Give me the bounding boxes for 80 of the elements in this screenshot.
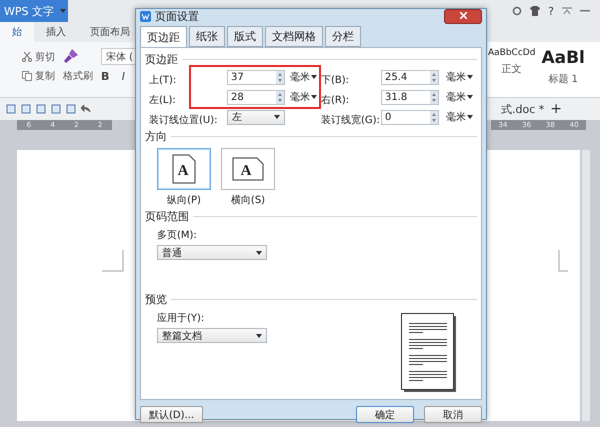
- apply-to-dropdown[interactable]: 整篇文档: [157, 328, 267, 343]
- dropdown-arrow-icon: [274, 115, 280, 119]
- portrait-page-icon: A: [172, 154, 196, 184]
- undo-icon[interactable]: [81, 105, 91, 113]
- brush-icon[interactable]: [63, 48, 79, 64]
- collapse-icon[interactable]: [562, 7, 572, 15]
- group-title: 方向: [145, 129, 167, 144]
- dialog-tab[interactable]: 分栏: [325, 26, 361, 47]
- dropdown-arrow-icon: [311, 95, 317, 99]
- spinner-arrows-icon[interactable]: [430, 110, 438, 124]
- unit-dropdown[interactable]: 毫米: [290, 90, 321, 104]
- group-title: 预览: [145, 292, 167, 307]
- field-label: 上(T):: [149, 74, 176, 86]
- field-label: 装订线位置(U):: [149, 114, 218, 126]
- multiple-pages-dropdown[interactable]: 普通: [157, 245, 267, 260]
- field-label: 左(L):: [149, 94, 176, 106]
- unit-dropdown[interactable]: 毫米: [290, 70, 321, 84]
- spinner-arrows-icon[interactable]: [430, 70, 438, 84]
- margin-corner-mark: [558, 250, 568, 272]
- option-label: 横向(S): [230, 194, 266, 207]
- ribbon-tab[interactable]: 始: [0, 22, 34, 42]
- field-label: 右(R):: [321, 94, 350, 106]
- margin-corner-mark: [102, 250, 124, 272]
- orientation-option[interactable]: A: [157, 148, 211, 190]
- spinner-arrows-icon[interactable]: [276, 90, 284, 104]
- number-field[interactable]: 37: [227, 70, 285, 84]
- dialog-title: 页面设置: [140, 9, 199, 24]
- app-logo-icon: [140, 11, 151, 22]
- style-preset[interactable]: AaBl 标题 1: [541, 48, 585, 97]
- field-label: 下(B):: [321, 74, 350, 86]
- close-button[interactable]: [444, 9, 482, 24]
- document-tab[interactable]: 式.doc *: [501, 102, 544, 116]
- group-title: 页边距: [145, 52, 178, 67]
- copy-icon: [22, 71, 32, 81]
- dropdown-arrow-icon: [467, 115, 473, 119]
- gutter-position-dropdown[interactable]: 左: [227, 110, 285, 124]
- dialog-tab[interactable]: 页边距: [140, 26, 187, 48]
- unit-dropdown[interactable]: 毫米: [446, 90, 475, 104]
- copy-button[interactable]: 复制: [22, 69, 55, 83]
- style-preset[interactable]: AaBbCcDd 正文: [488, 48, 536, 97]
- dropdown-arrow-icon: [467, 95, 473, 99]
- spinner-arrows-icon[interactable]: [430, 90, 438, 104]
- app-menu-button[interactable]: WPS 文字: [0, 0, 68, 22]
- field-label: 应用于(Y):: [157, 312, 206, 325]
- format-painter-button[interactable]: 格式刷: [63, 69, 93, 83]
- vertical-scrollbar[interactable]: [582, 150, 590, 421]
- dialog-tab[interactable]: 纸张: [189, 26, 225, 47]
- unit-dropdown[interactable]: 毫米: [446, 110, 475, 124]
- dialog-tab[interactable]: 版式: [227, 26, 263, 47]
- dropdown-arrow-icon: [311, 75, 317, 79]
- spinner-arrows-icon[interactable]: [276, 70, 284, 84]
- help-button[interactable]: ?: [548, 4, 554, 18]
- field-label: 多页(M):: [157, 229, 198, 242]
- bold-button[interactable]: B: [101, 70, 110, 82]
- unit-dropdown[interactable]: 毫米: [446, 70, 475, 84]
- number-field[interactable]: 31.8: [381, 90, 439, 104]
- number-field[interactable]: 25.4: [381, 70, 439, 84]
- dropdown-arrow-icon: [256, 334, 262, 338]
- new-tab-button[interactable]: +: [550, 101, 562, 117]
- dialog-tab[interactable]: 文档网格: [265, 26, 323, 47]
- dropdown-arrow-icon: [256, 250, 262, 254]
- shirt-icon[interactable]: [530, 6, 540, 16]
- scissors-icon: [22, 52, 32, 62]
- ribbon-tab[interactable]: 插入: [34, 22, 78, 42]
- dropdown-arrow-icon: [467, 75, 473, 79]
- dialog-button[interactable]: 确定: [356, 406, 414, 423]
- dialog-button[interactable]: 取消: [424, 406, 482, 423]
- minimize-icon[interactable]: [580, 10, 590, 12]
- landscape-page-icon: A: [232, 157, 264, 181]
- number-field[interactable]: 0: [381, 110, 439, 124]
- number-field[interactable]: 28: [227, 90, 285, 104]
- dropdown-arrow-icon: [60, 9, 66, 13]
- option-label: 纵向(P): [167, 194, 201, 207]
- group-title: 页码范围: [145, 209, 189, 224]
- dialog-button[interactable]: 默认(D)...: [140, 406, 204, 423]
- orientation-option[interactable]: A: [221, 148, 275, 190]
- cut-button[interactable]: 剪切: [22, 48, 55, 65]
- italic-button[interactable]: I: [122, 70, 125, 82]
- close-icon: [460, 12, 466, 19]
- field-label: 装订线宽(G):: [321, 114, 380, 126]
